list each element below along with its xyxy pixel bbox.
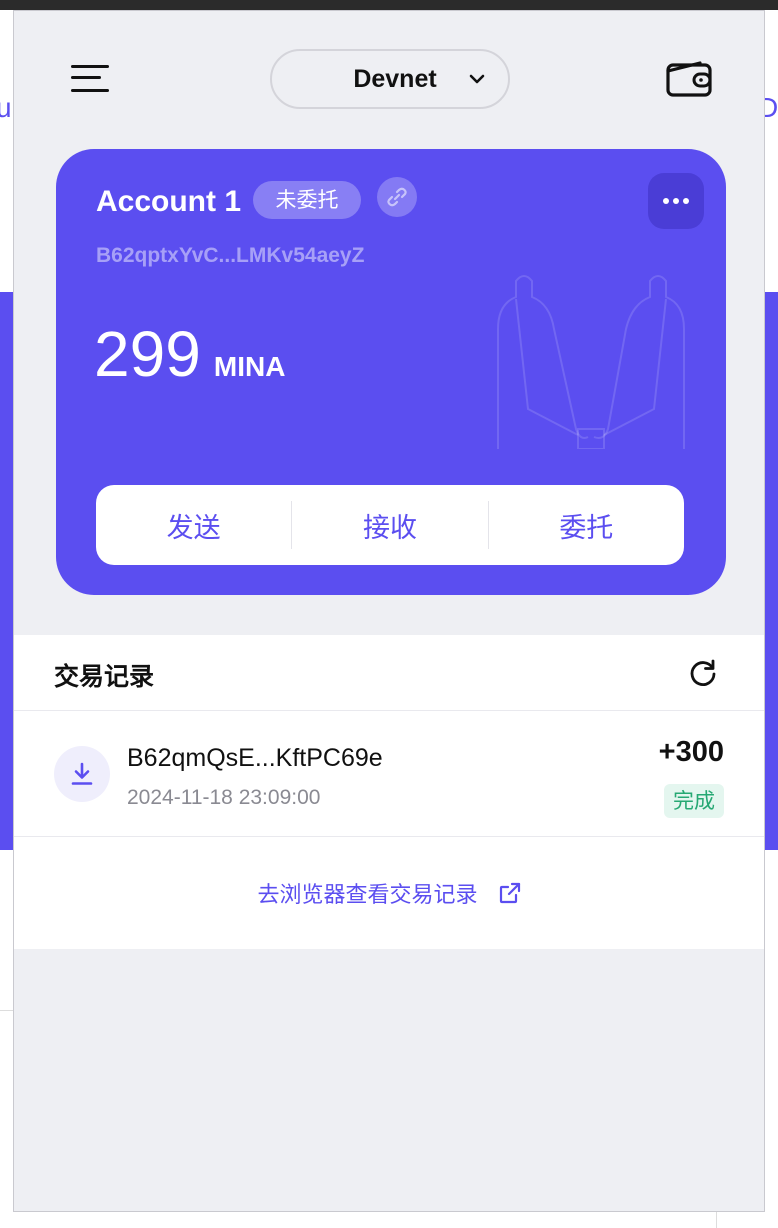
transaction-history-title: 交易记录 [54, 662, 155, 691]
link-icon[interactable] [377, 177, 417, 217]
receive-button[interactable]: 接收 [292, 485, 487, 565]
wallet-popup: Devnet Account 1 未委托 B62qptxYvC...LMKv54… [13, 10, 765, 1212]
explorer-link-label: 去浏览器查看交易记录 [257, 883, 478, 908]
hamburger-icon-line [71, 76, 101, 79]
action-bar: 发送 接收 委托 [96, 485, 684, 565]
background-page-fragment-left: u [0, 92, 12, 123]
send-button[interactable]: 发送 [96, 485, 291, 565]
view-in-explorer-link[interactable]: 去浏览器查看交易记录 [14, 877, 764, 909]
transaction-history-header: 交易记录 [14, 635, 764, 711]
transaction-history-panel: 交易记录 B62qmQsE...KftPC69e 2024-11-18 23:0… [14, 635, 764, 949]
external-link-icon [499, 882, 520, 904]
chevron-down-icon [469, 74, 485, 84]
background-divider [0, 1010, 14, 1011]
balance: 299 MINA [94, 317, 285, 391]
balance-unit: MINA [213, 351, 286, 382]
network-label: Devnet [353, 64, 437, 93]
more-dots-icon [663, 198, 689, 204]
mina-logo-watermark [497, 275, 685, 449]
background-divider [716, 1212, 717, 1228]
network-selector[interactable]: Devnet [270, 49, 510, 109]
receive-arrow-icon [54, 746, 110, 802]
hamburger-icon-line [71, 89, 109, 92]
delegate-button[interactable]: 委托 [489, 485, 684, 565]
transaction-status-badge: 完成 [664, 784, 724, 818]
wallet-icon[interactable] [666, 59, 712, 99]
balance-value: 299 [94, 318, 201, 390]
transaction-amount: +300 [658, 736, 724, 768]
hamburger-icon [71, 65, 109, 68]
transaction-time: 2024-11-18 23:09:00 [127, 786, 321, 809]
menu-button[interactable] [71, 63, 111, 95]
account-card: Account 1 未委托 B62qptxYvC...LMKv54aeyZ 29… [56, 149, 726, 595]
transaction-address: B62qmQsE...KftPC69e [127, 744, 383, 772]
browser-top-bar [0, 0, 778, 10]
refresh-icon[interactable] [687, 657, 719, 689]
transaction-row[interactable]: B62qmQsE...KftPC69e 2024-11-18 23:09:00 … [14, 712, 764, 837]
chain-link-icon [387, 187, 407, 207]
account-address[interactable]: B62qptxYvC...LMKv54aeyZ [96, 244, 364, 268]
delegation-status-badge: 未委托 [253, 181, 361, 219]
popup-header: Devnet [14, 11, 764, 143]
more-options-button[interactable] [648, 173, 704, 229]
download-arrow-icon [71, 762, 93, 785]
account-name: Account 1 [96, 185, 242, 218]
